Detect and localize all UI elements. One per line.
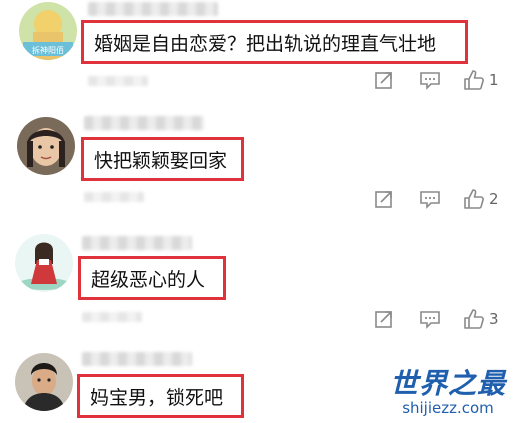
share-button[interactable]	[371, 67, 397, 93]
comment-text-highlight: 超级恶心的人	[78, 256, 226, 300]
meta-blurred	[82, 312, 142, 322]
like-icon	[464, 309, 484, 329]
avatar[interactable]	[15, 234, 73, 292]
avatar-badge-text: 拆神阳佰	[32, 45, 64, 55]
comment-text: 超级恶心的人	[91, 268, 206, 291]
comment-button[interactable]	[417, 67, 443, 93]
comment-text: 妈宝男，锁死吧	[90, 386, 224, 409]
comment-icon	[420, 72, 440, 90]
comment-item: 超级恶心的人 3	[0, 222, 516, 338]
comment-text: 婚姻是自由恋爱？把出轨说的理直气壮地	[94, 32, 437, 55]
comment-button[interactable]	[417, 306, 443, 332]
watermark-url: shijiezz.com	[402, 399, 494, 417]
like-icon	[464, 189, 484, 209]
watermark-title: 世界之最	[389, 367, 506, 400]
comment-icon	[420, 191, 440, 209]
avatar[interactable]: 拆神阳佰	[19, 2, 77, 60]
like-button[interactable]: 2	[463, 186, 499, 212]
comment-actions: 1	[371, 67, 499, 93]
comment-text-highlight: 快把颖颖娶回家	[81, 137, 244, 181]
like-button[interactable]: 1	[463, 67, 499, 93]
username-blurred	[88, 2, 218, 16]
like-icon	[464, 70, 484, 90]
comment-text-highlight: 妈宝男，锁死吧	[77, 374, 244, 418]
meta-blurred	[84, 192, 144, 202]
comment-actions: 2	[371, 186, 499, 212]
comment-text-highlight: 婚姻是自由恋爱？把出轨说的理直气壮地	[81, 20, 468, 64]
like-count: 1	[489, 71, 499, 89]
avatar[interactable]	[17, 117, 75, 175]
like-button[interactable]: 3	[463, 306, 499, 332]
comment-button[interactable]	[417, 186, 443, 212]
share-icon	[375, 191, 392, 208]
share-icon	[375, 311, 392, 328]
share-icon	[375, 72, 392, 89]
like-count: 2	[489, 190, 499, 208]
comment-icon	[420, 311, 440, 329]
meta-blurred	[88, 76, 148, 86]
username-blurred	[82, 236, 192, 250]
like-count: 3	[489, 310, 499, 328]
comment-actions: 3	[371, 306, 499, 332]
share-button[interactable]	[371, 306, 397, 332]
watermark: 世界之最 shijiezz.com	[389, 367, 506, 418]
username-blurred	[84, 116, 204, 130]
username-blurred	[82, 352, 192, 366]
comment-text: 快把颖颖娶回家	[94, 149, 228, 172]
avatar[interactable]	[15, 353, 73, 411]
share-button[interactable]	[371, 186, 397, 212]
comment-item: 拆神阳佰 婚姻是自由恋爱？把出轨说的理直气壮地 1	[0, 0, 516, 110]
comment-item: 快把颖颖娶回家 2	[0, 110, 516, 222]
